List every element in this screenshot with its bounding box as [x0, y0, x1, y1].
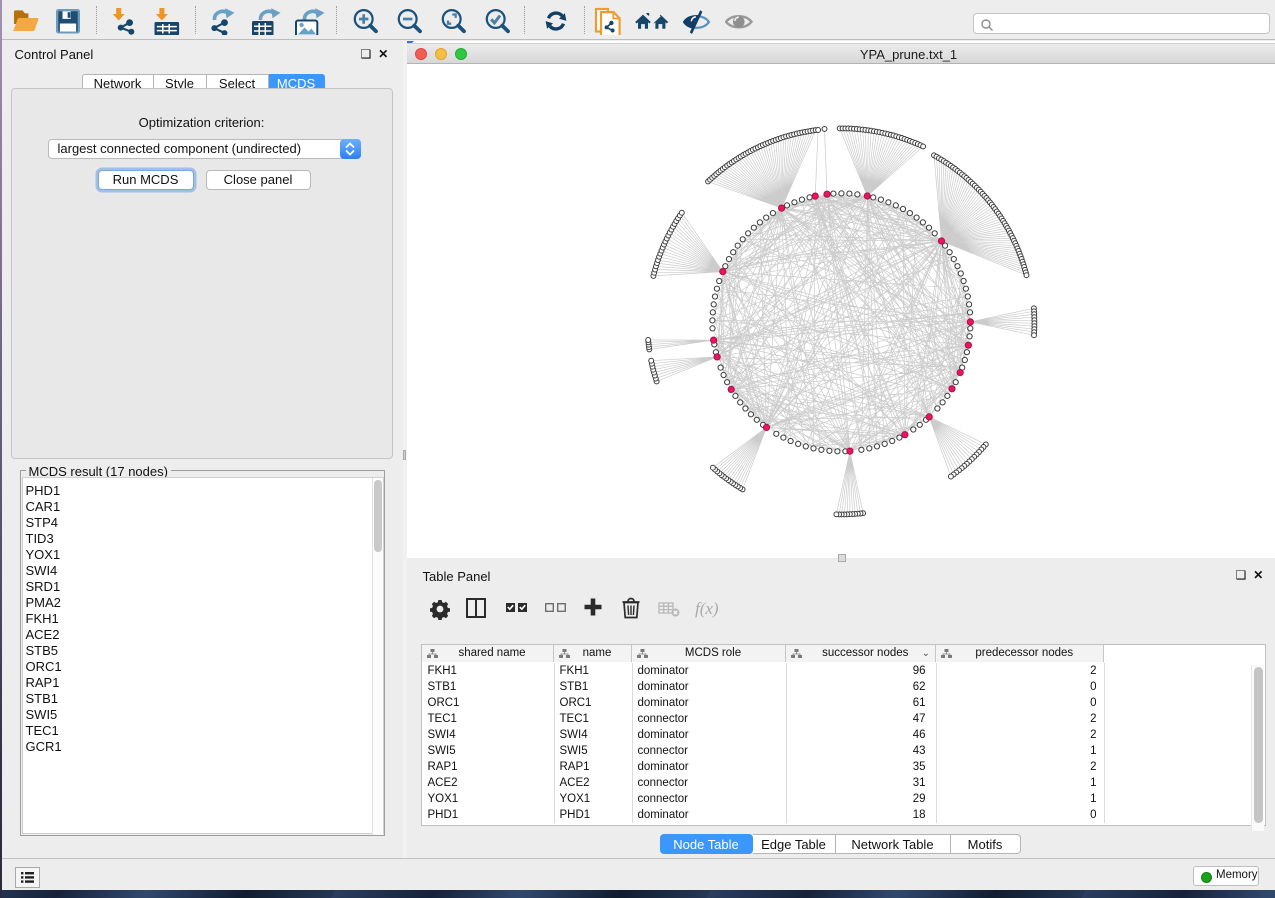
- svg-text:f(x): f(x): [695, 599, 719, 618]
